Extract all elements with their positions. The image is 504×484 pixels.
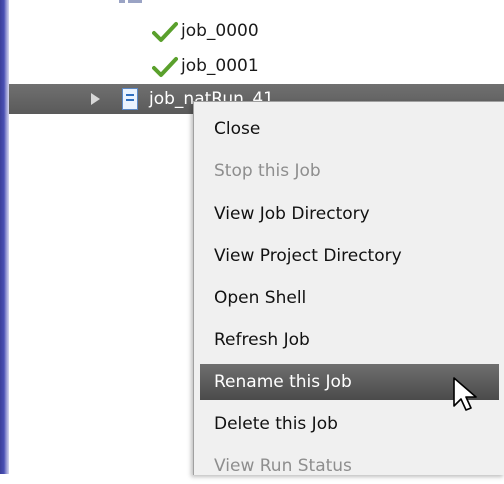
tree-row-fragment — [119, 0, 149, 6]
window-left-border — [0, 0, 9, 474]
check-icon — [152, 57, 178, 77]
tree-row-job-0001[interactable]: job_0001 — [9, 50, 504, 82]
menu-item-close[interactable]: Close — [200, 111, 499, 147]
menu-item-view-run-status[interactable]: View Run Status — [200, 448, 499, 484]
tree-row-job-0000[interactable]: job_0000 — [9, 15, 504, 47]
menu-item-view-job-directory[interactable]: View Job Directory — [200, 196, 499, 232]
tree-row-label: job_0001 — [181, 56, 259, 76]
context-menu: Close Stop this Job View Job Directory V… — [193, 101, 504, 476]
menu-item-stop-job[interactable]: Stop this Job — [200, 153, 499, 189]
check-icon — [152, 22, 178, 42]
expand-arrow-icon[interactable] — [91, 93, 100, 105]
menu-item-refresh-job[interactable]: Refresh Job — [200, 322, 499, 358]
mouse-pointer-icon — [453, 377, 477, 411]
tree-row-label: job_0000 — [181, 21, 259, 41]
menu-item-open-shell[interactable]: Open Shell — [200, 280, 499, 316]
menu-item-view-project-directory[interactable]: View Project Directory — [200, 238, 499, 274]
document-icon — [122, 88, 138, 110]
